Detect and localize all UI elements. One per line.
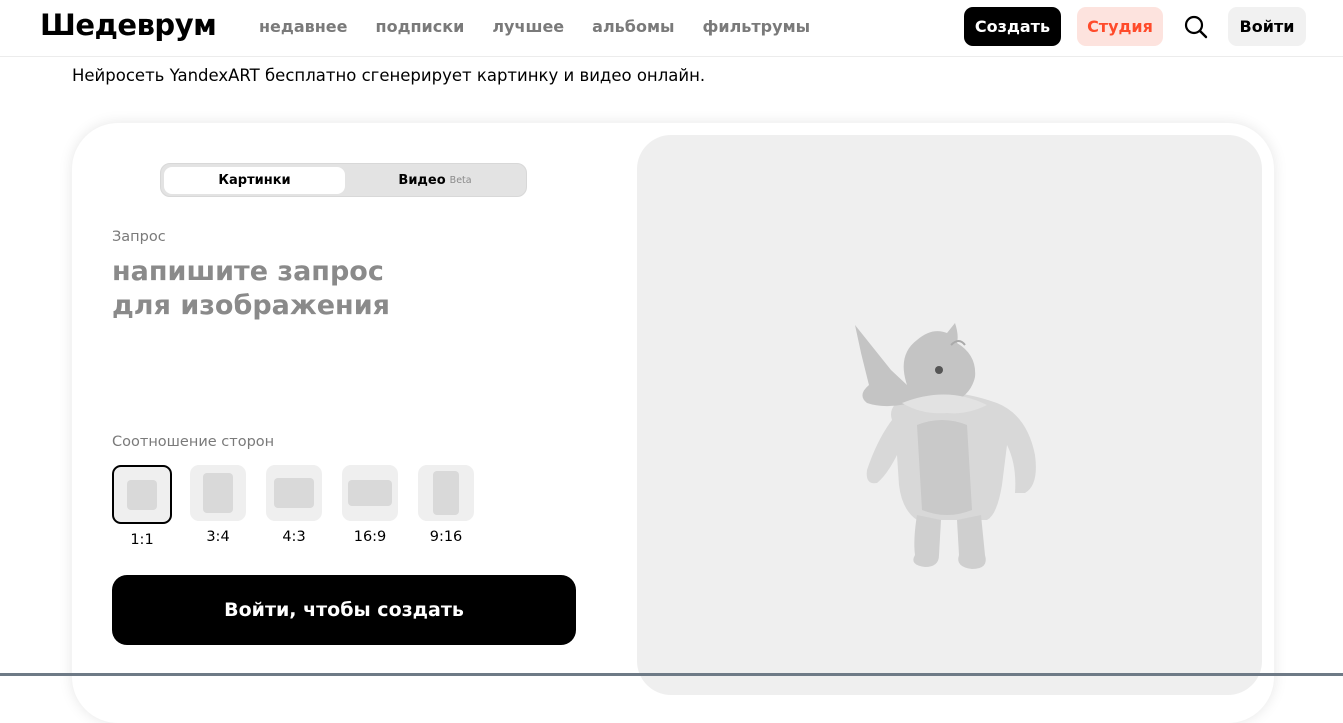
ratio-icon-tall (418, 465, 474, 521)
ratio-option-3-4[interactable]: 3:4 (188, 465, 248, 548)
ratio-option-16-9[interactable]: 16:9 (340, 465, 400, 548)
image-preview (637, 135, 1262, 695)
login-to-create-button[interactable]: Войти, чтобы создать (112, 575, 576, 645)
tab-video[interactable]: Видео Beta (345, 167, 525, 194)
request-label: Запрос (112, 229, 166, 245)
ratio-option-9-16[interactable]: 9:16 (416, 465, 476, 548)
studio-button[interactable]: Студия (1077, 7, 1163, 46)
ratio-icon-landscape (266, 465, 322, 521)
ratio-icon-wide (342, 465, 398, 521)
ratio-label: 9:16 (429, 529, 463, 545)
login-button[interactable]: Войти (1228, 7, 1306, 46)
aspect-ratio-label: Соотношение сторон (112, 434, 275, 450)
top-header: Шедеврум недавнее подписки лучшее альбом… (0, 0, 1343, 57)
nav-filters[interactable]: фильтрумы (702, 17, 810, 36)
nav-recent[interactable]: недавнее (259, 17, 348, 36)
tab-images[interactable]: Картинки (164, 167, 345, 194)
tab-video-label: Видео (398, 173, 446, 188)
ratio-label: 16:9 (353, 529, 387, 545)
rhino-illustration (855, 323, 1036, 569)
ratio-option-1-1[interactable]: 1:1 (112, 465, 172, 548)
ratio-icon-square (112, 465, 172, 524)
main-nav: недавнее подписки лучшее альбомы фильтру… (259, 17, 838, 36)
site-logo[interactable]: Шедеврум (40, 8, 217, 42)
nav-best[interactable]: лучшее (492, 17, 564, 36)
ratio-label: 1:1 (130, 532, 154, 548)
prompt-input[interactable]: напишите запрос для изображения (112, 255, 572, 323)
create-button[interactable]: Создать (964, 7, 1061, 46)
prompt-placeholder-line2: для изображения (112, 290, 390, 321)
ratio-icon-portrait (190, 465, 246, 521)
page-subtitle: Нейросеть YandexART бесплатно сгенерируе… (72, 66, 706, 85)
search-icon[interactable] (1182, 13, 1210, 41)
beta-badge: Beta (449, 175, 472, 186)
mode-switch: Картинки Видео Beta (160, 163, 527, 197)
ratio-label: 4:3 (282, 529, 306, 545)
nav-albums[interactable]: альбомы (592, 17, 674, 36)
nav-subscriptions[interactable]: подписки (376, 17, 465, 36)
ratio-label: 3:4 (206, 529, 230, 545)
aspect-ratio-options: 1:1 3:4 4:3 16:9 9:16 (112, 465, 492, 548)
prompt-placeholder-line1: напишите запрос (112, 256, 384, 287)
ratio-option-4-3[interactable]: 4:3 (264, 465, 324, 548)
